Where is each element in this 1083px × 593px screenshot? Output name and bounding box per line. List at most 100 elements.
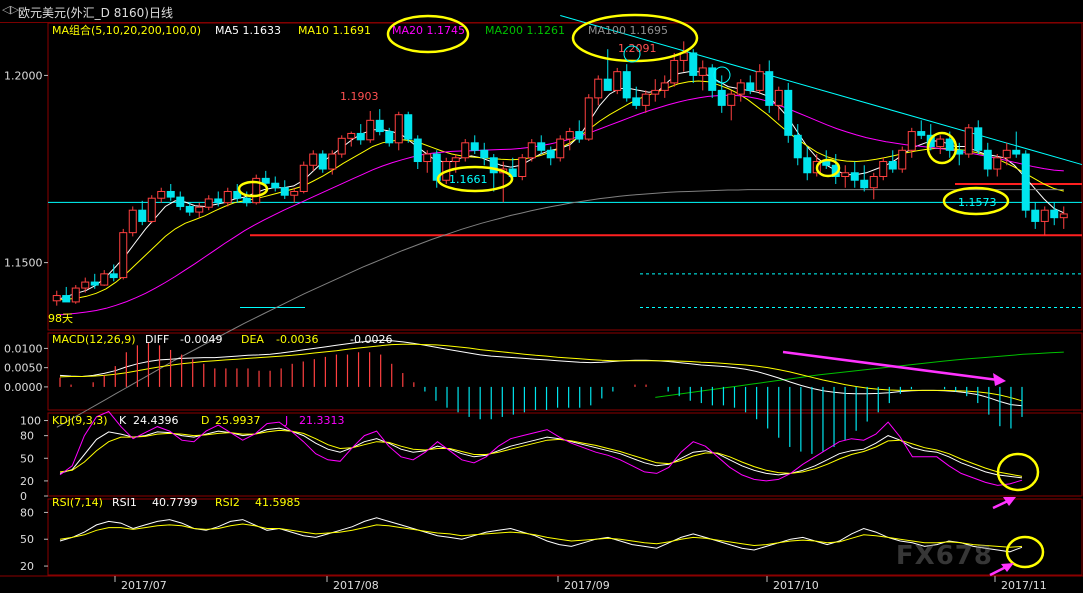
legend-kdj-name: KDJ(9,3,3): [52, 414, 108, 427]
candle: [394, 111, 403, 151]
candle: [1031, 202, 1040, 229]
candle: [366, 110, 375, 143]
candle-body: [945, 138, 954, 151]
legend-kdj-k-label: K: [119, 414, 127, 427]
frame-main: [47, 22, 1083, 331]
candle: [860, 165, 869, 192]
candle: [413, 135, 422, 170]
candle-body: [404, 114, 413, 140]
ellipse-kdj: [996, 452, 1040, 492]
ytick-label: 20: [20, 475, 34, 488]
xtick-label: 2017/10: [773, 579, 819, 592]
candle: [309, 150, 318, 171]
candle-body: [670, 59, 679, 84]
candle: [109, 264, 118, 282]
candle: [280, 180, 289, 199]
x-axis: 2017/07 2017/08 2017/09 2017/10 2017/11: [114, 576, 1047, 592]
candle-body: [223, 190, 232, 204]
candle: [1021, 150, 1030, 218]
candle: [90, 273, 99, 289]
candle: [983, 142, 992, 177]
candle-body: [917, 131, 926, 136]
candle-body: [936, 138, 945, 148]
series-rsi1: [59, 517, 1023, 553]
candle: [290, 187, 299, 203]
candle-body: [375, 119, 384, 133]
candle: [223, 187, 232, 207]
candle: [166, 183, 175, 201]
candle-body: [52, 295, 61, 302]
xtick-label: 2017/11: [1001, 579, 1047, 592]
candle: [480, 142, 489, 166]
candle-body: [299, 164, 308, 192]
candle-body: [423, 153, 432, 163]
candle: [898, 146, 907, 173]
candle: [575, 120, 584, 143]
candle-body: [793, 134, 802, 159]
candle: [765, 60, 774, 113]
candle-body: [689, 52, 698, 76]
legend-rsi2: 41.5985: [255, 496, 301, 509]
candle: [299, 161, 308, 194]
candle-body: [765, 71, 774, 106]
candle-body: [470, 142, 479, 151]
candle: [584, 94, 593, 141]
candle-body: [356, 132, 365, 141]
candle: [736, 79, 745, 102]
ytick-label: 0.0100: [4, 342, 43, 355]
candle-body: [489, 157, 498, 174]
candle: [613, 67, 622, 95]
ellipse-rsi: [1005, 535, 1045, 569]
candle-body: [166, 190, 175, 198]
candle-body: [100, 273, 109, 286]
arrow-macd-head: [993, 373, 1006, 386]
candle: [565, 127, 574, 151]
chart-svg: 1.2000 1.1500 0.0100 0.0050 0.0000 100 80 50 2…: [0, 13, 1083, 592]
candle-body: [556, 138, 565, 159]
legend-macd-dea-label: DEA: [241, 333, 264, 346]
candle: [81, 277, 90, 293]
watermark-logo: FX678: [895, 541, 993, 571]
candle: [727, 90, 736, 121]
candle: [252, 174, 261, 205]
legend-ma200: MA200 1.1261: [485, 24, 565, 37]
series-ma5: [56, 71, 1065, 301]
candle: [594, 75, 603, 106]
candle: [622, 64, 631, 102]
ytick-label: 80: [20, 506, 34, 519]
candle-body: [869, 176, 878, 189]
candle-body: [746, 82, 755, 91]
candle: [784, 82, 793, 143]
candle-body: [204, 198, 213, 208]
candle-body: [242, 197, 251, 204]
legend-macd-dea: -0.0036: [276, 333, 318, 346]
candle: [204, 195, 213, 211]
ytick-label: 50: [20, 452, 34, 465]
candle-body: [736, 82, 745, 95]
xtick-label: 2017/09: [564, 579, 610, 592]
candle: [717, 75, 726, 113]
candle: [670, 52, 679, 87]
candle-body: [309, 153, 318, 166]
legend-ma10: MA10 1.1691: [298, 24, 371, 37]
candle: [603, 49, 612, 91]
candle: [869, 172, 878, 200]
series-ma200: [655, 351, 1064, 398]
xtick-label: 2017/07: [121, 579, 167, 592]
candle-body: [1059, 213, 1068, 219]
candle-body: [727, 93, 736, 106]
candle-body: [1002, 149, 1011, 159]
candle: [470, 135, 479, 155]
candle: [774, 86, 783, 121]
candle: [907, 127, 916, 158]
legend-macd-diff: -0.0049: [180, 333, 222, 346]
rsi-panel: 80 50 20: [20, 506, 1023, 573]
candle: [793, 124, 802, 166]
candle: [679, 41, 688, 72]
candle: [518, 154, 527, 181]
legend-macd-diff-label: DIFF: [145, 333, 169, 346]
candle: [993, 154, 1002, 177]
label-low-1661: 1.1661: [449, 173, 488, 186]
legend-rsi1-label: RSI1: [112, 496, 137, 509]
candle-body: [575, 131, 584, 140]
